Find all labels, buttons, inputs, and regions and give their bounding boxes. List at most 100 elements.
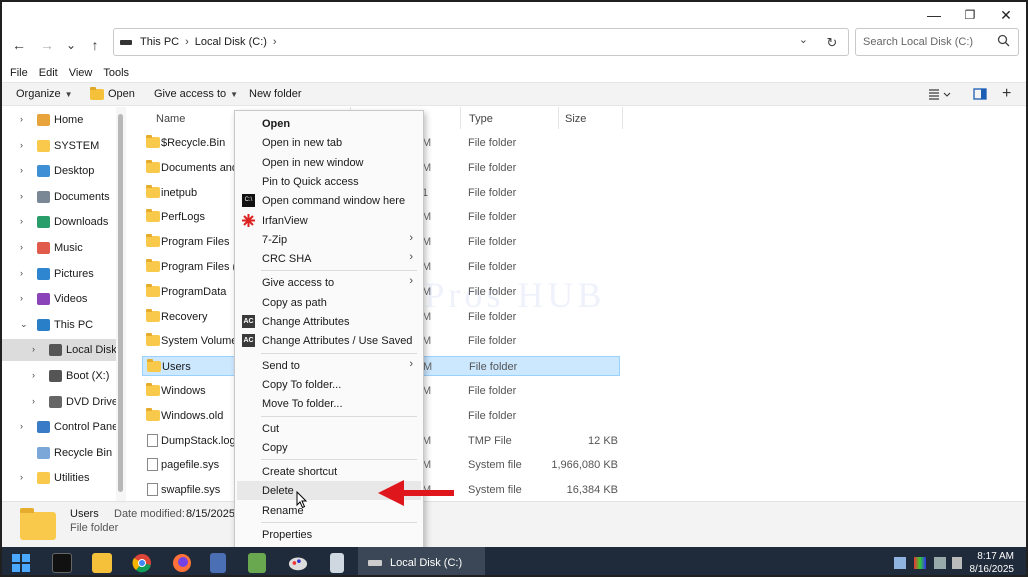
chevron-right-icon[interactable]: › [20,191,23,201]
chevron-right-icon[interactable]: › [20,421,23,431]
chevron-right-icon[interactable]: › [20,165,23,175]
terminal-icon[interactable] [52,553,72,573]
nav-item-music[interactable]: › Music [2,237,116,259]
open-button[interactable]: Open [90,86,135,100]
chevron-right-icon[interactable]: › [20,216,23,226]
nav-item-documents[interactable]: › Documents [2,186,116,208]
add-icon[interactable]: + [1002,85,1011,103]
column-header-type[interactable]: Type [469,113,493,125]
nav-item-dvd-drive-y[interactable]: › DVD Drive (Y:) [2,391,116,413]
menu-file[interactable]: File [10,67,28,79]
context-menu-item-change-attributes-use-saved[interactable]: AC Change Attributes / Use Saved [237,331,421,350]
file-type: System file [468,484,522,497]
nav-item-control-panel[interactable]: › Control Panel [2,416,116,438]
context-menu-item-copy-as-path[interactable]: Copy as path [237,293,421,312]
editor-icon[interactable] [248,553,266,573]
context-menu-item-crc-sha[interactable]: CRC SHA › [237,249,421,268]
column-divider[interactable] [558,107,559,129]
file-explorer-icon[interactable] [92,553,112,573]
context-menu-item-open[interactable]: Open [237,114,421,133]
context-menu-item-cut[interactable]: Cut [237,419,421,438]
context-menu-item-irfanview[interactable]: IrfanView [237,211,421,230]
chevron-right-icon[interactable]: › [20,472,23,482]
context-menu-item-give-access-to[interactable]: Give access to › [237,273,421,292]
taskbar-clock[interactable]: 8:17 AM 8/16/2025 [970,550,1015,575]
context-menu-item-pin-to-quick-access[interactable]: Pin to Quick access [237,172,421,191]
nav-item-home[interactable]: › Home [2,109,116,131]
volume-icon[interactable] [952,557,962,569]
column-divider[interactable] [460,107,461,129]
context-menu-item-create-shortcut[interactable]: Create shortcut [237,462,421,481]
breadcrumb-local-disk[interactable]: Local Disk (C:) [195,36,267,48]
context-menu-item-move-to-folder[interactable]: Move To folder... [237,394,421,413]
context-menu-item-open-in-new-tab[interactable]: Open in new tab [237,133,421,152]
minimize-button[interactable]: — [916,4,952,26]
preview-pane-button[interactable] [973,88,987,100]
chevron-right-icon[interactable]: › [20,268,23,278]
calculator-icon[interactable] [330,553,344,573]
chevron-right-icon[interactable]: › [20,242,23,252]
organize-button[interactable]: Organize ▼ [16,88,73,100]
view-options-button[interactable] [928,87,952,101]
context-menu-item-send-to[interactable]: Send to › [237,356,421,375]
tray-display-icon[interactable] [934,557,946,569]
paint-icon[interactable] [288,553,308,573]
context-menu-item-properties[interactable]: Properties [237,525,421,544]
context-menu-item-open-in-new-window[interactable]: Open in new window [237,153,421,172]
refresh-button[interactable]: ↻ [822,33,842,53]
column-header-size[interactable]: Size [565,113,586,125]
nav-scrollbar-thumb[interactable] [118,114,123,492]
column-header-name[interactable]: Name [156,113,185,125]
close-button[interactable]: ✕ [988,4,1024,26]
taskbar-window-label: Local Disk (C:) [390,557,463,569]
context-menu-item-copy[interactable]: Copy [237,438,421,457]
nav-item-downloads[interactable]: › Downloads [2,211,116,233]
context-menu-item-copy-to-folder[interactable]: Copy To folder... [237,375,421,394]
context-menu-item-7-zip[interactable]: 7-Zip › [237,230,421,249]
chrome-icon[interactable] [132,553,152,573]
chevron-right-icon[interactable]: › [20,114,23,124]
nav-item-recycle-bin[interactable]: Recycle Bin [2,442,116,464]
nav-item-this-pc[interactable]: ⌄ This PC [2,314,116,336]
up-button[interactable]: ↑ [84,34,106,56]
chevron-right-icon[interactable]: › [32,370,35,380]
context-menu-item-change-attributes[interactable]: AC Change Attributes [237,312,421,331]
breadcrumb-this-pc[interactable]: This PC [140,36,179,48]
tray-color-icon[interactable] [914,557,926,569]
nav-item-utilities[interactable]: › Utilities [2,467,116,489]
menu-view[interactable]: View [69,67,93,79]
column-divider[interactable] [622,107,623,129]
nav-item-local-disk-c[interactable]: › Local Disk (C:) [2,339,116,362]
tray-network-icon[interactable] [894,557,906,569]
chevron-right-icon[interactable]: › [32,344,35,354]
chevron-down-icon[interactable]: ⌄ [20,319,28,330]
context-menu-item-open-command-window-here[interactable]: C:\ Open command window here [237,191,421,210]
firefox-icon[interactable] [172,553,192,573]
chevron-right-icon[interactable]: › [32,396,35,406]
breadcrumb-separator[interactable]: › [273,36,277,48]
recent-locations-button[interactable]: ⌄ [60,34,82,56]
give-access-button[interactable]: Give access to ▼ [154,88,238,100]
new-folder-button[interactable]: New folder [249,88,302,100]
notepad-icon[interactable] [210,553,226,573]
search-input[interactable]: Search Local Disk (C:) [855,28,1019,56]
address-bar[interactable]: This PC › Local Disk (C:) › ⌄ [113,28,849,56]
maximize-button[interactable]: ❐ [952,4,988,26]
menu-edit[interactable]: Edit [39,67,58,79]
forward-button[interactable]: → [36,34,58,56]
nav-item-desktop[interactable]: › Desktop [2,160,116,182]
nav-item-system[interactable]: › SYSTEM [2,135,116,157]
chevron-right-icon[interactable]: › [20,140,23,150]
file-name: Recovery [161,310,208,323]
file-icon [146,483,158,497]
chevron-right-icon[interactable]: › [20,293,23,303]
back-button[interactable]: ← [8,34,30,56]
taskbar-window-local-disk[interactable]: Local Disk (C:) [358,547,485,575]
start-icon[interactable] [12,554,30,572]
breadcrumb-separator[interactable]: › [185,36,189,48]
chevron-down-icon[interactable]: ⌄ [799,33,808,46]
nav-item-boot-x[interactable]: › Boot (X:) [2,365,116,387]
menu-tools[interactable]: Tools [103,67,129,79]
nav-item-pictures[interactable]: › Pictures [2,263,116,285]
nav-item-videos[interactable]: › Videos [2,288,116,310]
